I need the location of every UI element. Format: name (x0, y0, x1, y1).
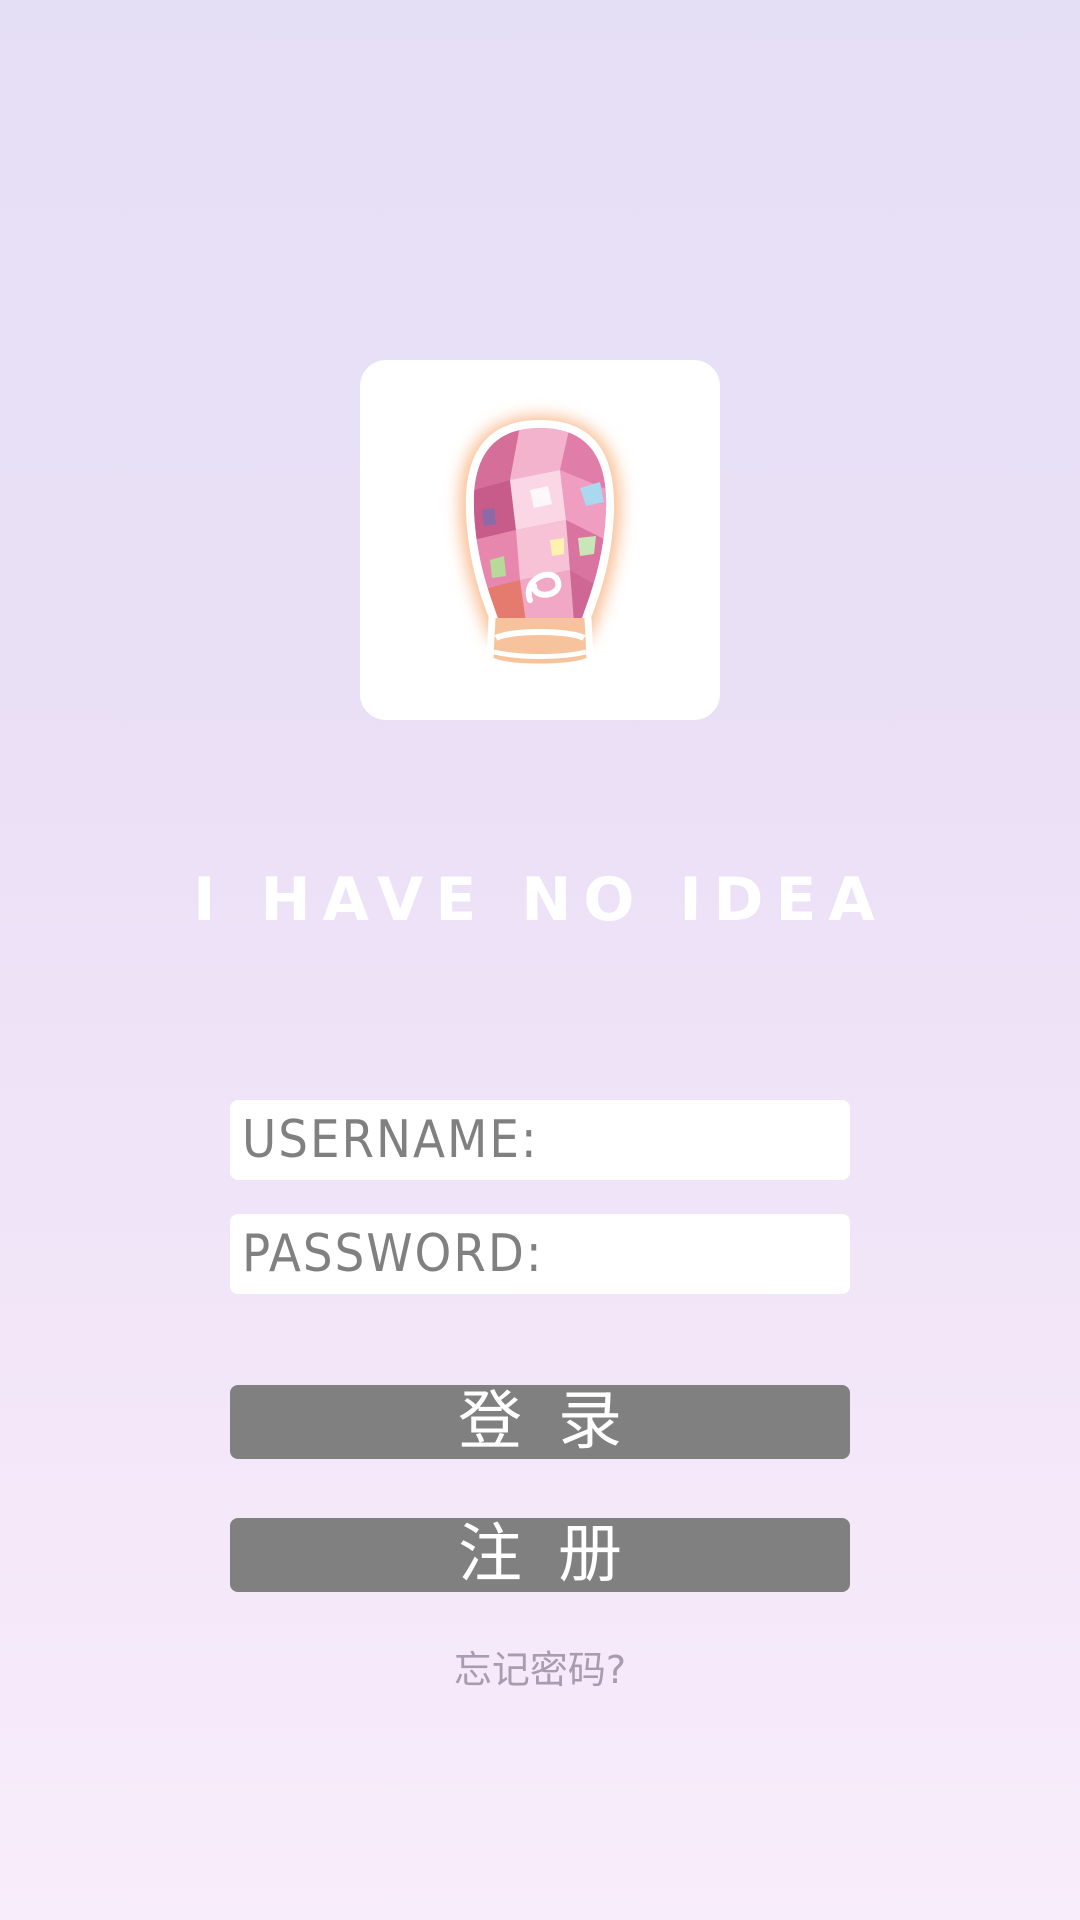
register-button[interactable]: 注册 (230, 1518, 850, 1592)
password-label: PASSWORD: (242, 1224, 544, 1284)
lantern-icon (459, 416, 621, 671)
password-field[interactable]: PASSWORD: (230, 1214, 850, 1294)
login-button[interactable]: 登录 (230, 1385, 850, 1459)
app-logo (360, 360, 720, 720)
username-label: USERNAME: (242, 1110, 539, 1170)
forgot-password-link[interactable]: 忘记密码? (0, 1640, 1080, 1700)
username-field[interactable]: USERNAME: (230, 1100, 850, 1180)
password-input[interactable] (543, 1218, 850, 1290)
username-input[interactable] (538, 1104, 850, 1176)
app-title: I HAVE NO IDEA (193, 865, 887, 935)
